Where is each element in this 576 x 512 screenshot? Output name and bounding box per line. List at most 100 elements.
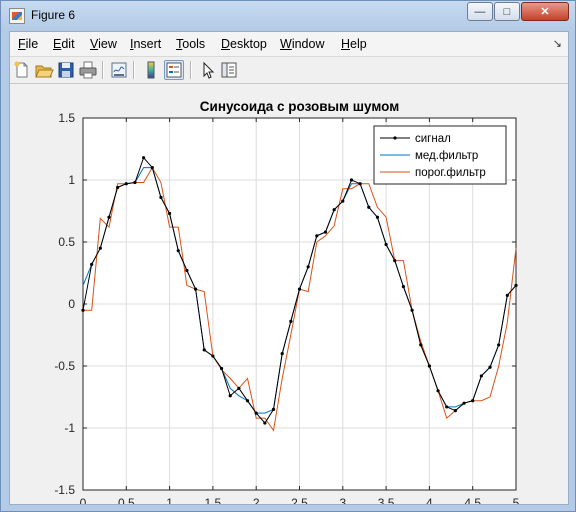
data-point	[479, 374, 483, 378]
dock-figure-icon[interactable]: ↘	[553, 37, 562, 50]
insert-legend-icon[interactable]	[164, 60, 184, 80]
y-tick-label: -1.5	[54, 483, 75, 497]
data-point	[219, 366, 224, 371]
data-point	[176, 249, 180, 253]
data-point	[228, 394, 232, 398]
data-point	[436, 389, 440, 393]
legend[interactable]: сигнал мед.фильтр порог.фильтр	[373, 125, 507, 185]
save-icon[interactable]	[56, 60, 76, 80]
property-editor-icon[interactable]	[219, 60, 239, 80]
print-icon[interactable]	[78, 60, 98, 80]
menu-bar: File Edit View Insert Tools Desktop Wind…	[10, 32, 568, 57]
x-tick-label: 4	[426, 496, 433, 504]
figure-toolbar	[10, 57, 568, 84]
menu-view[interactable]: View	[90, 37, 117, 51]
x-tick-label: 5	[513, 496, 520, 504]
x-tick-label: 3	[339, 496, 346, 504]
y-tick-label: 0	[68, 297, 75, 311]
data-point	[471, 399, 475, 403]
data-point	[358, 182, 362, 186]
title-bar[interactable]: Figure 6 — □ ✕	[1, 1, 575, 29]
menu-edit[interactable]: Edit	[53, 37, 75, 51]
insert-colorbar-icon[interactable]	[141, 60, 161, 80]
legend-marker	[393, 136, 397, 140]
data-point	[202, 348, 206, 352]
data-point	[237, 386, 241, 390]
figure-window: Figure 6 — □ ✕ File Edit View Insert Too…	[0, 0, 576, 512]
data-point	[306, 265, 310, 269]
x-tick-label: 1	[166, 496, 173, 504]
menu-file[interactable]: File	[18, 37, 38, 51]
data-point	[367, 205, 371, 209]
menu-tools[interactable]: Tools	[176, 37, 205, 51]
x-tick-label: 3.5	[378, 496, 395, 504]
window-title: Figure 6	[31, 8, 76, 22]
data-point	[427, 364, 431, 368]
figure-canvas: 0 0.5 1 1.5 2 2.5 3 3.5 4 4.5 5 -1.5 -1 -0.5 0 0.5 1 1.5 …	[10, 84, 568, 510]
data-point	[193, 287, 198, 291]
matlab-figure-icon	[9, 8, 25, 24]
new-figure-icon[interactable]	[12, 60, 32, 80]
close-button[interactable]: ✕	[521, 2, 569, 21]
y-tick-label: 0.5	[58, 235, 75, 249]
data-point	[341, 199, 345, 203]
data-point	[315, 234, 319, 238]
data-point	[280, 352, 284, 356]
maximize-button[interactable]: □	[494, 2, 520, 21]
data-point	[211, 354, 215, 358]
data-point	[289, 319, 293, 323]
toolbar-separator	[190, 61, 192, 79]
x-tick-label: 2	[253, 496, 260, 504]
data-point	[254, 411, 258, 415]
x-tick-label: 0.5	[118, 496, 135, 504]
data-point	[90, 262, 94, 266]
data-point	[168, 211, 172, 216]
data-point	[150, 166, 154, 170]
data-point	[185, 268, 189, 273]
legend-label: сигнал	[415, 133, 451, 145]
x-tick-label: 0	[80, 496, 87, 504]
data-point	[453, 409, 457, 413]
data-point	[159, 195, 163, 199]
x-tick-label: 1.5	[205, 496, 222, 504]
data-point	[332, 208, 336, 212]
legend-label: мед.фильтр	[415, 150, 478, 162]
menu-window[interactable]: Window	[280, 37, 324, 51]
open-file-icon[interactable]	[34, 60, 54, 80]
minimize-button[interactable]: —	[467, 2, 493, 21]
data-point	[401, 285, 406, 289]
data-point	[462, 401, 466, 405]
toolbar-separator	[102, 61, 104, 79]
data-point	[384, 242, 388, 247]
data-point	[488, 365, 492, 369]
data-point	[410, 308, 414, 312]
data-point	[419, 343, 423, 347]
figure-client-area: File Edit View Insert Tools Desktop Wind…	[9, 31, 569, 510]
data-point	[445, 405, 449, 409]
data-point	[81, 308, 85, 312]
data-point	[245, 399, 250, 403]
y-tick-label: -1	[64, 421, 75, 435]
data-point	[133, 180, 137, 185]
toolbar-separator	[133, 61, 135, 79]
data-point	[297, 287, 302, 291]
legend-label: порог.фильтр	[415, 167, 486, 179]
data-point	[271, 407, 276, 411]
menu-insert[interactable]: Insert	[130, 37, 161, 51]
data-point	[514, 283, 518, 287]
y-tick-label: -0.5	[54, 359, 75, 373]
chart-title: Синусоида с розовым шумом	[200, 99, 399, 114]
data-point	[393, 259, 397, 263]
select-arrow-icon[interactable]	[198, 60, 218, 80]
menu-help[interactable]: Help	[341, 37, 367, 51]
data-point	[505, 293, 509, 297]
data-point	[116, 185, 120, 190]
menu-desktop[interactable]: Desktop	[221, 37, 267, 51]
data-point	[497, 343, 501, 347]
link-plot-icon[interactable]	[109, 60, 129, 80]
data-point	[124, 182, 128, 186]
data-point	[323, 230, 328, 234]
plot-svg[interactable]: 0 0.5 1 1.5 2 2.5 3 3.5 4 4.5 5-1.5-1-0.500.511.5 …	[10, 84, 568, 510]
data-point	[263, 421, 267, 425]
y-tick-label: 1.5	[58, 111, 75, 125]
